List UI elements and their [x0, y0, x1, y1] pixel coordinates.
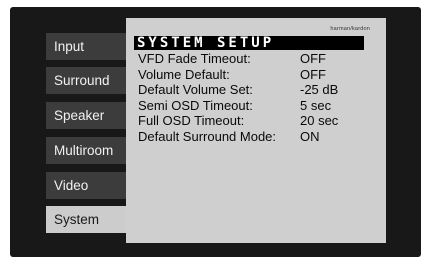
- setting-value: OFF: [300, 66, 326, 82]
- setting-value: 5 sec: [300, 97, 332, 113]
- setting-row-semi-osd-timeout[interactable]: Semi OSD Timeout: 5 sec: [138, 98, 378, 114]
- setting-row-volume-default[interactable]: Volume Default: OFF: [138, 67, 378, 83]
- setting-row-full-osd-timeout[interactable]: Full OSD Timeout: 20 sec: [138, 113, 378, 129]
- setting-label: Semi OSD Timeout:: [138, 97, 253, 113]
- setting-row-default-surround-mode[interactable]: Default Surround Mode: ON: [138, 129, 378, 145]
- setting-value: -25 dB: [300, 82, 339, 97]
- setting-label: Default Surround Mode:: [138, 128, 277, 144]
- menu-tab-multiroom[interactable]: Multiroom: [46, 137, 126, 164]
- system-setup-panel: harman/kardon SYSTEM SETUP VFD Fade Time…: [126, 18, 386, 243]
- setting-label: Default Volume Set:: [138, 82, 253, 97]
- menu-tab-input[interactable]: Input: [46, 33, 126, 60]
- brand-logo: harman/kardon: [330, 26, 370, 32]
- osd-screen: Input Surround Speaker Multiroom Video S…: [0, 0, 429, 265]
- setting-label: Volume Default:: [138, 66, 230, 82]
- menu-tab-surround[interactable]: Surround: [46, 67, 126, 94]
- setting-row-default-volume-set[interactable]: Default Volume Set: -25 dB: [138, 82, 378, 98]
- setting-value: 20 sec: [300, 113, 339, 128]
- menu-tab-speaker[interactable]: Speaker: [46, 102, 126, 129]
- setting-value: ON: [300, 128, 320, 144]
- menu-tab-system[interactable]: System: [46, 206, 126, 233]
- setting-label: VFD Fade Timeout:: [138, 51, 251, 66]
- setting-row-vfd-fade-timeout[interactable]: VFD Fade Timeout: OFF: [138, 51, 378, 67]
- menu-tab-video[interactable]: Video: [46, 172, 126, 199]
- setting-value: OFF: [300, 51, 326, 66]
- settings-list: VFD Fade Timeout: OFF Volume Default: OF…: [138, 51, 378, 144]
- setting-label: Full OSD Timeout:: [138, 113, 245, 128]
- panel-title: SYSTEM SETUP: [134, 36, 364, 50]
